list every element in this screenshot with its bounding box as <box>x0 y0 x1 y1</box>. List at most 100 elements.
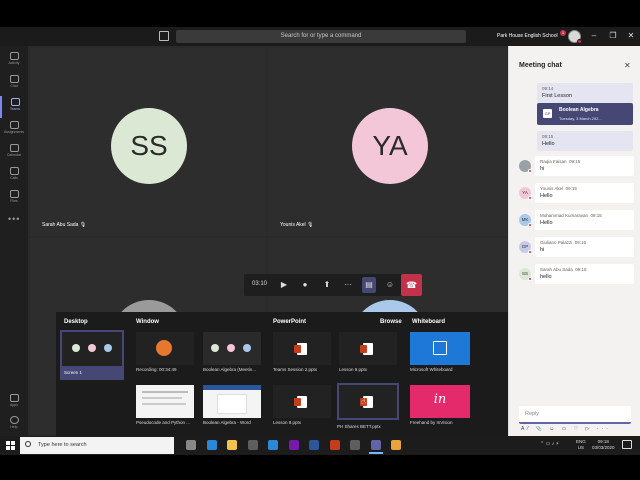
chat-icon[interactable]: ▤ <box>362 277 376 293</box>
rail-label: Calls <box>10 176 18 180</box>
reply-input[interactable]: Reply <box>519 406 631 424</box>
rail-label: Apps <box>10 403 18 407</box>
rail-item-activity[interactable]: Activity <box>0 50 28 72</box>
edge-icon[interactable] <box>206 440 217 450</box>
share-option-ppt[interactable]: Teams Session 2.pptx <box>273 332 331 372</box>
meeting-card-date: Tuesday, 3 March 202... <box>559 116 602 121</box>
mic-off-icon: 🎙︎ <box>79 222 87 228</box>
message-time: 09:15 <box>542 134 554 139</box>
rail-label: Chat <box>10 84 18 88</box>
share-option-ppt[interactable]: Lesson 8.pptx <box>273 385 331 425</box>
rail-item-chat[interactable]: Chat <box>0 73 28 95</box>
rail-item-assignments[interactable]: Assignments <box>0 119 28 141</box>
share-tray-icon[interactable]: ⬆ <box>320 277 334 293</box>
message-time: 09:15 <box>565 186 577 191</box>
system-tray-icons[interactable]: ⌃ ▭ ♪ ⚡ <box>540 441 559 447</box>
bell-icon <box>9 52 19 60</box>
teams-icon[interactable] <box>368 440 383 454</box>
share-option-screen[interactable]: Screen 1 <box>60 330 124 380</box>
rail-item-apps[interactable]: Apps <box>0 392 28 414</box>
minimize-button[interactable]: – <box>588 30 600 42</box>
presence-status-icon <box>528 196 532 200</box>
taskbar-clock[interactable]: 09:18 03/03/2020 <box>592 439 615 451</box>
mail-icon[interactable] <box>268 440 278 450</box>
chat-icon <box>9 75 19 83</box>
windows-taskbar: Type here to search ⌃ ▭ ♪ ⚡ ENG US 09:18 0… <box>0 436 640 455</box>
close-window-button[interactable]: ✕ <box>625 30 637 42</box>
rail-item-teams[interactable]: Teams <box>0 96 28 118</box>
thumb-caption: Lesson 9.pptx <box>339 367 368 372</box>
desktop-screen: Search for or type a command Park House … <box>0 0 640 480</box>
app-icon[interactable] <box>391 440 401 450</box>
thumb-caption: PH Shares BETT.pptx <box>337 424 381 429</box>
rail-label: Calendar <box>6 153 22 157</box>
rail-item-help[interactable]: Help <box>0 414 28 436</box>
share-option-window[interactable]: Pseudocode and Python ... <box>136 385 194 425</box>
presence-status-icon <box>528 223 532 227</box>
share-option-whiteboard[interactable]: Microsoft Whiteboard <box>410 332 470 372</box>
maximize-button[interactable]: ❐ <box>607 30 619 42</box>
message-text: Hello <box>540 193 553 199</box>
compose-toolbar[interactable]: A⁄ 📎 ☺ ▭ ♡ ▷ ··· <box>521 426 637 434</box>
sender-name: Raqia Faisan <box>540 159 567 164</box>
share-option-window[interactable]: Recording: 00:34:49 <box>136 332 194 372</box>
thumb-caption: Microsoft Whiteboard <box>410 367 453 372</box>
video-icon[interactable]: ▶︎ <box>277 277 291 293</box>
thumb-caption: Boolean Algebra - Word <box>203 420 251 425</box>
hang-up-icon[interactable]: ☎ <box>401 274 422 296</box>
section-desktop: Desktop <box>64 319 88 325</box>
participant-name: Sarah Abu Sada 🎙︎ <box>42 222 87 228</box>
rail-label: Help <box>10 425 18 429</box>
share-option-window[interactable]: Boolean Algebra (Meetin... <box>203 332 261 372</box>
sender-name: Muhammad Kumaravan <box>540 213 589 218</box>
close-chat-button[interactable]: ✕ <box>624 61 631 70</box>
word-icon[interactable] <box>309 440 319 450</box>
participant-tile: SS Sarah Abu Sada 🎙︎ <box>30 48 266 236</box>
rail-label: Activity <box>8 61 20 65</box>
org-notification-badge: 1 <box>560 30 566 36</box>
chat-message: Raqia Faisan 09:15 hi <box>519 156 634 178</box>
sender-name: Sarah Abu Sada <box>540 267 573 272</box>
rail-item-calls[interactable]: Calls <box>0 165 28 187</box>
share-option-ppt-hovered[interactable]: ☝ PH Shares BETT.pptx <box>337 383 399 429</box>
gear-icon[interactable] <box>350 440 360 450</box>
mic-off-icon: 🎙︎ <box>307 222 314 228</box>
browse-button[interactable]: Browse <box>380 319 402 325</box>
section-powerpoint: PowerPoint <box>273 319 307 325</box>
chat-message: MK Muhammad Kumaravan 09:15 Hello <box>519 210 634 232</box>
explorer-icon[interactable] <box>227 440 237 450</box>
onenote-icon[interactable] <box>288 440 299 450</box>
cursor-hand-icon: ☝ <box>361 397 366 406</box>
meeting-card-icon: GP <box>543 109 552 118</box>
powerpoint-icon[interactable] <box>329 440 340 450</box>
presence-status-icon <box>528 169 532 173</box>
meeting-card[interactable]: GP Boolean Algebra Tuesday, 3 March 202.… <box>537 103 633 125</box>
more-apps-icon[interactable]: ••• <box>8 214 20 224</box>
share-option-ppt[interactable]: Lesson 9.pptx <box>339 332 397 372</box>
org-name[interactable]: Park House English School <box>497 33 558 39</box>
teams-icon <box>10 98 20 106</box>
rail-label: Teams <box>9 107 21 111</box>
my-message: 09:14 First Lesson <box>537 83 633 103</box>
more-icon[interactable]: ··· <box>341 277 355 293</box>
share-option-freehand[interactable]: in Freehand by InVision <box>410 385 470 425</box>
people-icon[interactable]: ☺ <box>383 277 397 293</box>
windows-start-icon[interactable] <box>6 441 15 450</box>
command-search-box[interactable]: Search for or type a command <box>176 30 466 43</box>
taskbar-search-box[interactable]: Type here to search <box>20 437 174 454</box>
action-center-icon[interactable] <box>622 440 632 449</box>
chat-message: SS Sarah Abu Sada 09:16 hello <box>519 264 634 286</box>
store-icon[interactable] <box>247 440 258 450</box>
share-option-window[interactable]: Boolean Algebra - Word <box>203 385 261 425</box>
language-indicator[interactable]: ENG US <box>576 439 586 451</box>
compose-icon[interactable] <box>159 31 169 41</box>
task-view-icon[interactable] <box>186 440 196 450</box>
meeting-chat-panel: Meeting chat ✕ 09:14 First Lesson GP Boo… <box>508 46 640 436</box>
rail-item-files[interactable]: Files <box>0 188 28 210</box>
rail-item-calendar[interactable]: Calendar <box>0 142 28 164</box>
powerpoint-file-icon <box>360 342 373 355</box>
chat-message: YA Younis Akel 09:15 Hello <box>519 183 634 205</box>
participant-avatar: SS <box>111 108 187 184</box>
mic-icon[interactable]: ● <box>298 277 312 293</box>
participant-name: Younis Akel 🎙︎ <box>280 222 314 228</box>
